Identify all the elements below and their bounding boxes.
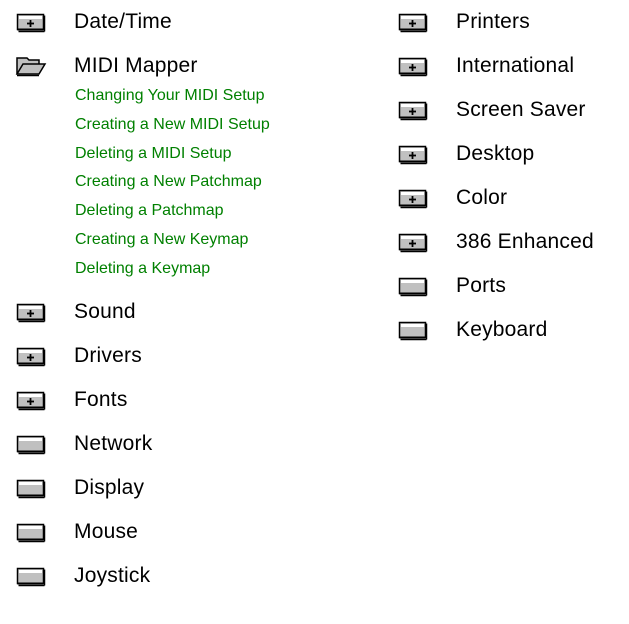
subtopic-link[interactable]: Deleting a MIDI Setup — [75, 140, 380, 169]
closed-book-plus-icon — [396, 98, 430, 122]
topic-label: Mouse — [74, 519, 139, 543]
open-book-icon — [14, 54, 48, 78]
closed-book-plus-icon — [396, 186, 430, 210]
closed-book-plus-icon — [14, 388, 48, 412]
topic-label: Fonts — [74, 387, 128, 411]
topic-label: Sound — [74, 299, 136, 323]
subtopic-link[interactable]: Creating a New Patchmap — [75, 168, 380, 197]
topic-label: Printers — [456, 10, 530, 33]
topic-label: International — [456, 54, 575, 77]
subtopic-link[interactable]: Creating a New MIDI Setup — [75, 111, 380, 140]
closed-book-plus-icon — [14, 344, 48, 368]
topic-label: Drivers — [74, 343, 142, 367]
topic-label: Ports — [456, 274, 507, 297]
topic-label: 386 Enhanced — [456, 230, 594, 253]
topic-label: MIDI Mapper — [74, 54, 198, 77]
midi-mapper-subtopics: Changing Your MIDI Setup Creating a New … — [75, 82, 380, 284]
closed-book-icon — [14, 432, 48, 456]
topic-joystick[interactable]: Joystick — [0, 554, 380, 598]
closed-book-plus-icon — [396, 230, 430, 254]
topic-label: Date/Time — [74, 10, 172, 33]
topic-386-enhanced[interactable]: 386 Enhanced — [392, 220, 629, 264]
topic-international[interactable]: International — [392, 44, 629, 88]
topic-printers[interactable]: Printers — [392, 0, 629, 44]
topic-label: Network — [74, 431, 153, 455]
topic-mouse[interactable]: Mouse — [0, 510, 380, 554]
closed-book-plus-icon — [396, 10, 430, 34]
subtopic-link[interactable]: Deleting a Keymap — [75, 255, 380, 284]
left-topic-column: Date/Time MIDI Mapper Changing Your MIDI… — [0, 0, 380, 598]
topic-sound[interactable]: Sound — [0, 290, 380, 334]
topic-label: Joystick — [74, 563, 151, 587]
subtopic-link[interactable]: Creating a New Keymap — [75, 226, 380, 255]
topic-fonts[interactable]: Fonts — [0, 378, 380, 422]
closed-book-icon — [14, 564, 48, 588]
topic-desktop[interactable]: Desktop — [392, 132, 629, 176]
topic-label: Screen Saver — [456, 98, 586, 121]
closed-book-plus-icon — [396, 142, 430, 166]
subtopic-link[interactable]: Changing Your MIDI Setup — [75, 82, 380, 111]
closed-book-plus-icon — [396, 54, 430, 78]
closed-book-icon — [14, 476, 48, 500]
closed-book-plus-icon — [14, 10, 48, 34]
topic-label: Keyboard — [456, 318, 548, 341]
topic-network[interactable]: Network — [0, 422, 380, 466]
topic-screen-saver[interactable]: Screen Saver — [392, 88, 629, 132]
subtopic-link[interactable]: Deleting a Patchmap — [75, 197, 380, 226]
topic-label: Display — [74, 475, 145, 499]
topic-date-time[interactable]: Date/Time — [0, 0, 380, 44]
topic-color[interactable]: Color — [392, 176, 629, 220]
topic-label: Desktop — [456, 142, 535, 165]
closed-book-icon — [396, 318, 430, 342]
topic-ports[interactable]: Ports — [392, 264, 629, 308]
closed-book-icon — [396, 274, 430, 298]
topic-label: Color — [456, 186, 508, 209]
right-topic-column: Printers International Screen Saver Desk… — [392, 0, 629, 352]
closed-book-icon — [14, 520, 48, 544]
topic-display[interactable]: Display — [0, 466, 380, 510]
closed-book-plus-icon — [14, 300, 48, 324]
topic-keyboard[interactable]: Keyboard — [392, 308, 629, 352]
topic-drivers[interactable]: Drivers — [0, 334, 380, 378]
